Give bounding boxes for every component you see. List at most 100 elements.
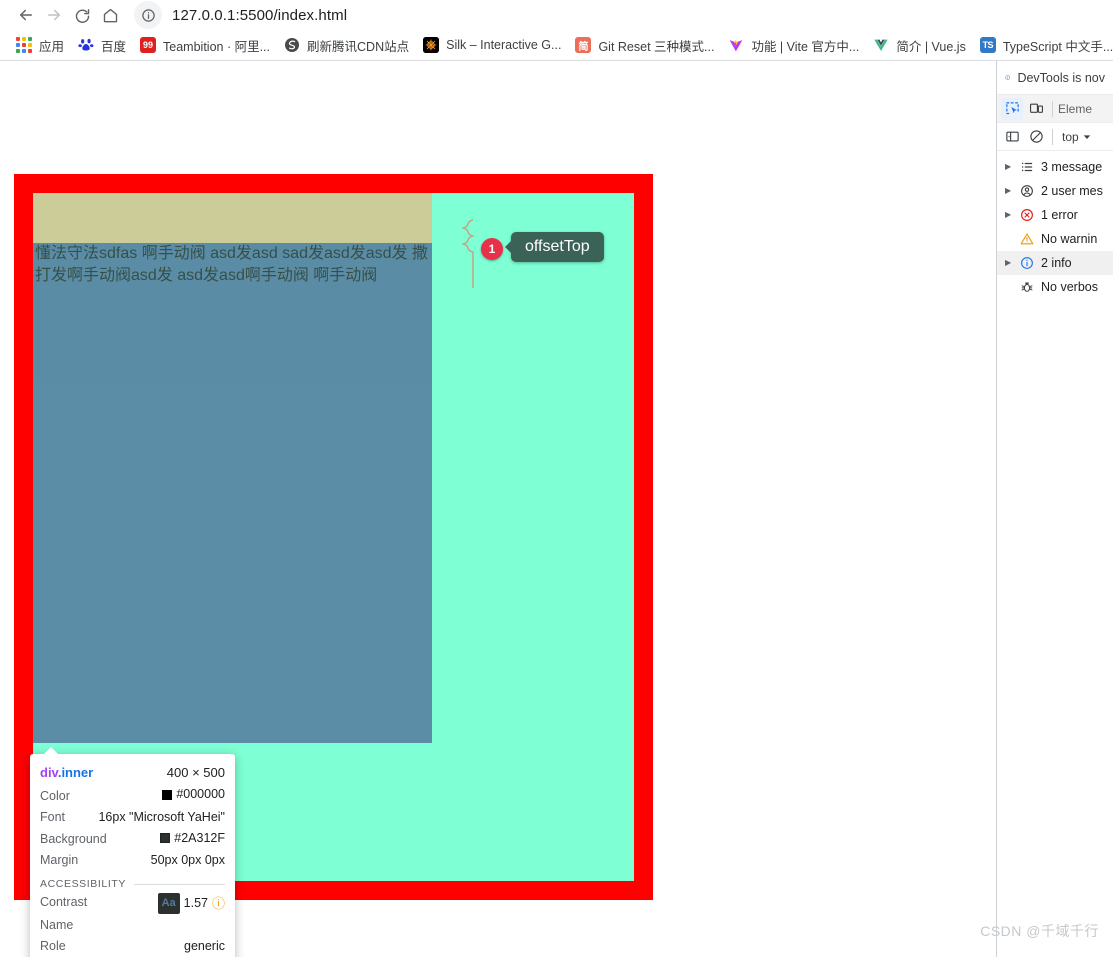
tooltip-value: Aa 1.57 ⓘ — [157, 893, 225, 914]
page-viewport: 懂法守法sdfas 啊手动阀 asd发asd sad发asd发asd发 撒打发啊… — [0, 61, 996, 957]
toolbar-divider — [1052, 128, 1053, 145]
bookmark-tencent-cdn[interactable]: 刷新腾讯CDN站点 — [277, 33, 416, 57]
bookmarks-bar: 应用 百度 99 Teambition · 阿里... 刷新腾讯CDN站点 Si… — [0, 30, 1113, 61]
margin-highlight-band — [33, 193, 432, 243]
sidebar-filter-messages[interactable]: ▶ 3 message — [997, 155, 1113, 179]
tab-elements[interactable]: Eleme — [1058, 102, 1092, 116]
clear-console-icon — [1029, 130, 1043, 143]
tooltip-key: Background — [40, 832, 107, 846]
info-icon — [1019, 256, 1035, 270]
bookmark-apps[interactable]: 应用 — [9, 33, 71, 57]
sidebar-filter-user-messages[interactable]: ▶ 2 user mes — [997, 179, 1113, 203]
inner-div-inner: 懂法守法sdfas 啊手动阀 asd发asd sad发asd发asd发 撒打发啊… — [33, 243, 432, 743]
chevron-down-icon — [1083, 134, 1090, 139]
bookmark-baidu[interactable]: 百度 — [71, 33, 133, 57]
tooltip-dimensions: 400 × 500 — [166, 765, 225, 780]
reload-icon — [75, 8, 89, 23]
sidebar-filter-errors[interactable]: ▶ 1 error — [997, 203, 1113, 227]
bookmark-vite[interactable]: 功能 | Vite 官方中... — [721, 33, 866, 57]
devtools-banner: DevTools is nov — [997, 61, 1113, 95]
tooltip-row-background: Background #2A312F — [40, 828, 225, 851]
element-inspector-tooltip: div.inner 400 × 500 Color #000000 Font 1… — [30, 747, 235, 957]
tooltip-row-font: Font 16px "Microsoft YaHei" — [40, 807, 225, 828]
bookmark-teambition[interactable]: 99 Teambition · 阿里... — [133, 33, 277, 57]
expand-arrow-icon[interactable]: ▶ — [1005, 163, 1013, 171]
warning-circle-icon: ⓘ — [211, 896, 225, 911]
tooltip-value-text: #000000 — [176, 787, 225, 801]
bookmark-vuejs[interactable]: 简介 | Vue.js — [866, 33, 972, 57]
bookmark-silk[interactable]: Silk – Interactive G... — [416, 33, 568, 57]
bookmark-label: 刷新腾讯CDN站点 — [307, 39, 410, 54]
apps-grid-icon — [16, 37, 32, 53]
tooltip-row-role: Role generic — [40, 936, 225, 957]
tooltip-value-text: 50px 0px 0px — [150, 853, 225, 867]
tooltip-tagname: div — [40, 765, 58, 780]
expand-arrow-icon[interactable]: ▶ — [1005, 187, 1013, 195]
bookmark-label: 简介 | Vue.js — [896, 39, 966, 54]
clear-console-button[interactable] — [1025, 126, 1047, 148]
console-sidebar-filters: ▶ 3 message ▶ 2 user mes ▶ 1 error No wa… — [997, 151, 1113, 299]
reload-button[interactable] — [68, 1, 96, 29]
site-info-button[interactable] — [134, 1, 162, 29]
bookmark-label: Git Reset 三种模式... — [598, 39, 715, 54]
tooltip-key: Color — [40, 788, 70, 803]
console-sidebar-toggle[interactable] — [1001, 126, 1023, 148]
accessibility-section-header: Accessibility — [40, 878, 225, 890]
forward-button[interactable] — [40, 1, 68, 29]
tooltip-selector: div.inner — [40, 763, 93, 782]
section-divider — [134, 883, 225, 885]
sidebar-filter-label: 1 error — [1041, 208, 1078, 222]
measurement-badge: 1 — [481, 238, 503, 260]
list-icon — [1019, 160, 1035, 174]
baidu-icon — [78, 37, 94, 53]
tooltip-row-contrast: Contrast Aa 1.57 ⓘ — [40, 892, 225, 915]
device-toolbar-button[interactable] — [1025, 98, 1047, 120]
tooltip-row-name: Name — [40, 915, 225, 936]
home-button[interactable] — [96, 1, 124, 29]
typescript-icon: TS — [979, 37, 996, 53]
tooltip-key: Role — [40, 939, 66, 953]
sidebar-filter-label: No warnin — [1041, 232, 1098, 246]
tooltip-value-text: 16px "Microsoft YaHei" — [98, 809, 225, 824]
toolbar-divider — [1052, 100, 1053, 117]
accessibility-label: Accessibility — [40, 878, 126, 890]
bookmark-label: Teambition · 阿里... — [163, 39, 271, 54]
csdn-watermark: CSDN @千域千行 — [980, 923, 1099, 939]
device-toolbar-icon — [1029, 103, 1043, 113]
bookmark-typescript[interactable]: TS TypeScript 中文手... — [973, 33, 1113, 57]
inner-div-text: 懂法守法sdfas 啊手动阀 asd发asd sad发asd发asd发 撒打发啊… — [35, 245, 429, 284]
inspect-element-button[interactable] — [1001, 97, 1023, 120]
globe-icon — [284, 37, 300, 53]
offsettop-tooltip: offsetTop — [505, 232, 604, 262]
bookmark-git-reset[interactable]: 简 Git Reset 三种模式... — [568, 33, 721, 57]
expand-arrow-icon[interactable]: ▶ — [1005, 259, 1013, 267]
bookmark-label: Silk – Interactive G... — [446, 38, 562, 52]
vue-icon — [873, 37, 889, 53]
arrow-left-icon — [20, 9, 32, 21]
sidebar-filter-warnings[interactable]: ▶ No warnin — [997, 227, 1113, 251]
color-swatch — [162, 789, 173, 800]
back-button[interactable] — [12, 1, 40, 29]
sidebar-filter-label: 2 info — [1041, 256, 1072, 270]
bookmark-label: 应用 — [39, 39, 65, 54]
expand-arrow-icon[interactable]: ▶ — [1005, 211, 1013, 219]
tooltip-row-color: Color #000000 — [40, 784, 225, 807]
tooltip-value-text: #2A312F — [174, 830, 225, 845]
silk-icon — [423, 37, 440, 53]
arrow-right-icon — [48, 9, 60, 21]
tooltip-value: generic — [184, 939, 225, 953]
sidebar-filter-label: 2 user mes — [1041, 184, 1103, 198]
inspect-element-icon — [1005, 102, 1019, 115]
tooltip-row-margin: Margin 50px 0px 0px — [40, 850, 225, 871]
sidebar-filter-info[interactable]: ▶ 2 info — [997, 251, 1113, 275]
devtools-panel: DevTools is nov Eleme top ▶ 3 message ▶ … — [996, 61, 1113, 957]
execution-context-selector[interactable]: top — [1058, 130, 1091, 144]
devtools-banner-text: DevTools is nov — [1017, 70, 1105, 85]
address-bar[interactable]: 127.0.0.1:5500/index.html — [134, 1, 1113, 29]
sidebar-filter-verbose[interactable]: ▶ No verbos — [997, 275, 1113, 299]
tooltip-value: 50px 0px 0px — [151, 851, 225, 870]
measurement-brace-icon — [462, 219, 474, 288]
bookmark-label: 百度 — [101, 39, 127, 54]
offset-measurement-marker: 1 offsetTop — [451, 218, 611, 298]
sidebar-filter-label: No verbos — [1041, 280, 1098, 294]
